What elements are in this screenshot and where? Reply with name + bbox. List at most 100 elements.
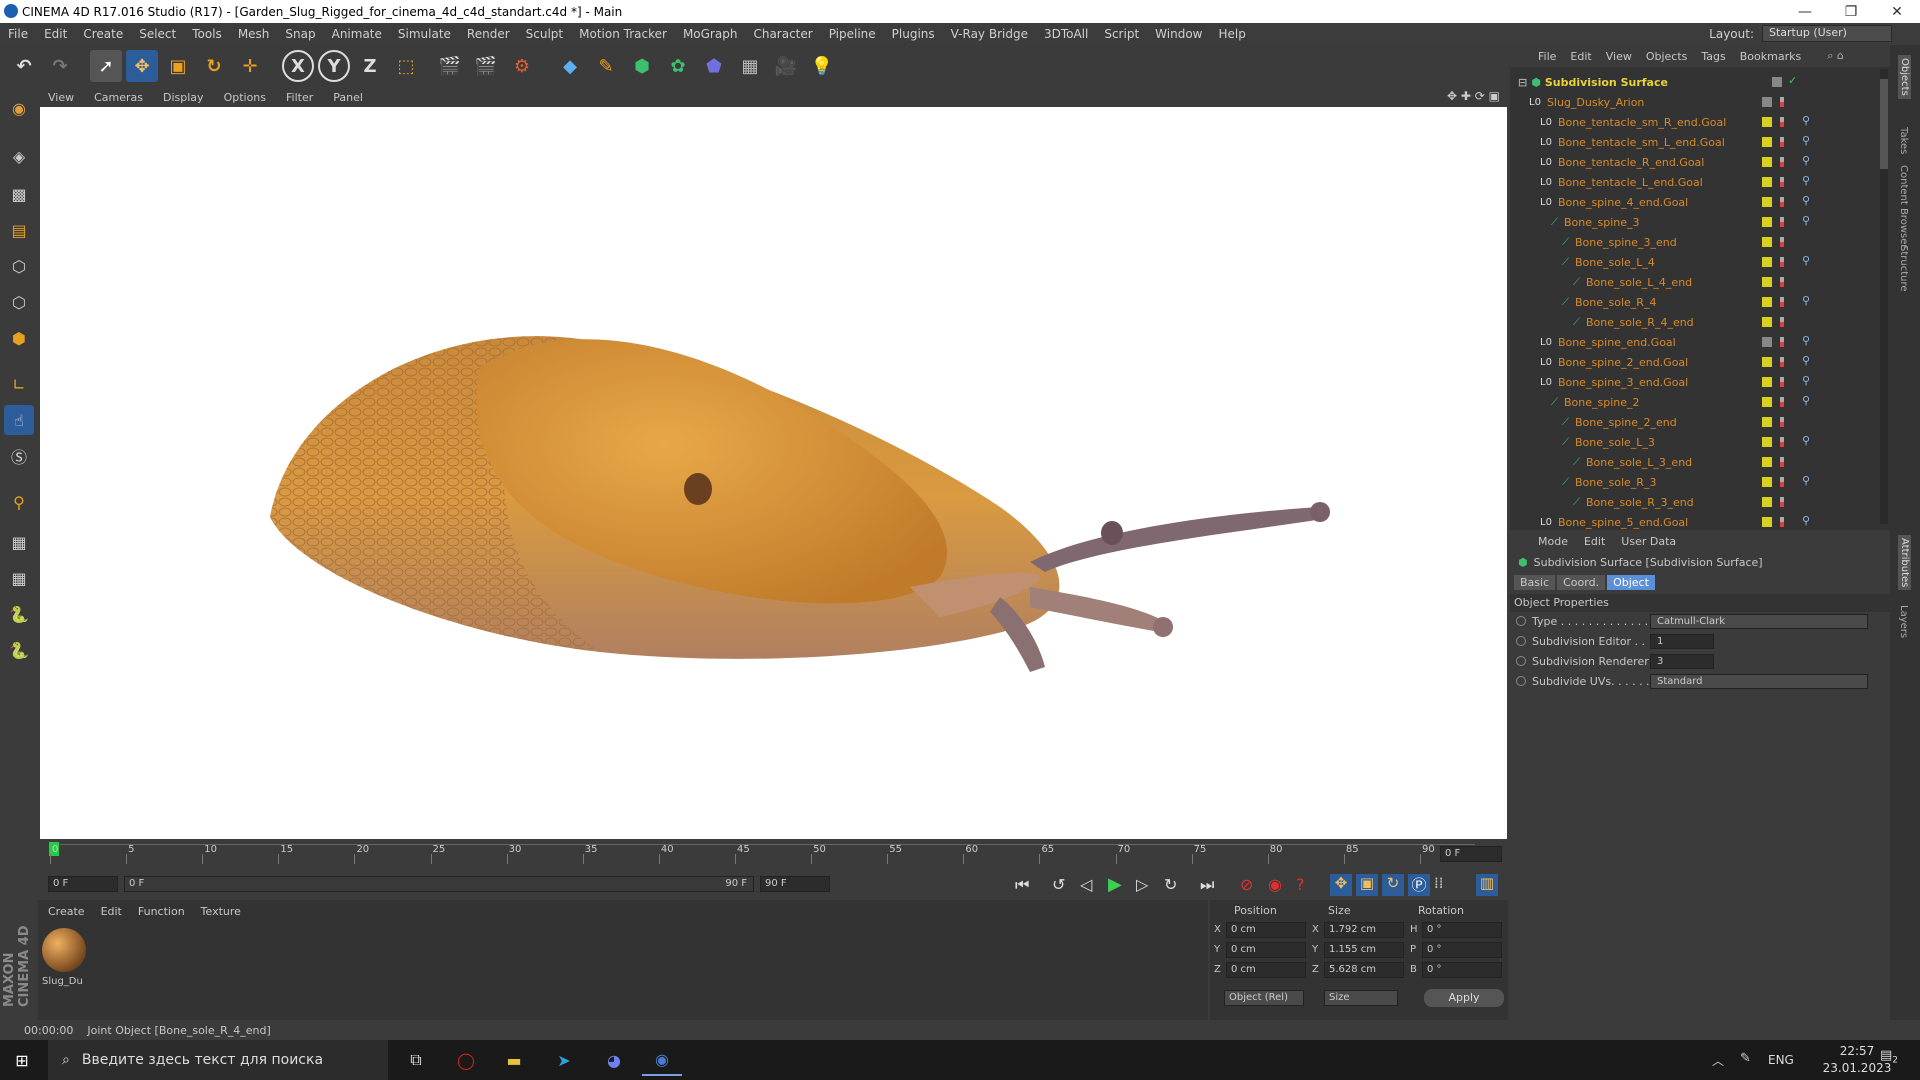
object-row[interactable]: L0 Bone_tentacle_sm_R_end.Goal ⚲ xyxy=(1510,112,1890,132)
attr-property-number[interactable]: 3 xyxy=(1650,654,1714,669)
layer-color-swatch[interactable] xyxy=(1762,477,1772,487)
ik-tag-icon[interactable]: ⚲ xyxy=(1802,474,1810,487)
layer-color-swatch[interactable] xyxy=(1762,437,1772,447)
magnet-icon[interactable]: ⚲ xyxy=(4,487,34,517)
object-row[interactable]: ⟋ Bone_sole_L_4_end xyxy=(1510,272,1890,292)
layer-color-swatch[interactable] xyxy=(1762,97,1772,107)
z-axis-lock[interactable]: Z xyxy=(354,50,386,82)
object-row[interactable]: L0 Bone_tentacle_R_end.Goal ⚲ xyxy=(1510,152,1890,172)
menu-snap[interactable]: Snap xyxy=(277,27,323,41)
prev-frame-icon[interactable]: ◁ xyxy=(1080,875,1092,894)
tray-arrow-icon[interactable]: ︿ xyxy=(1712,1052,1724,1069)
menu-mesh[interactable]: Mesh xyxy=(230,27,278,41)
workplane-icon[interactable]: ▤ xyxy=(4,215,34,245)
side-tab-objects[interactable]: Objects xyxy=(1898,55,1911,99)
select-pointer-icon[interactable]: ➚ xyxy=(90,50,122,82)
python-script-icon[interactable]: 🐍 xyxy=(4,599,34,629)
python-script-2-icon[interactable]: 🐍 xyxy=(4,635,34,665)
redo-icon[interactable]: ↷ xyxy=(44,50,76,82)
visibility-dots[interactable] xyxy=(1780,437,1784,447)
render-picture-viewer-icon[interactable]: 🎬 xyxy=(470,50,502,82)
3d-viewport[interactable] xyxy=(40,107,1507,839)
layer-color-swatch[interactable] xyxy=(1762,337,1772,347)
frame-range-slider[interactable]: 0 F 90 F xyxy=(124,876,754,892)
coordinate-system-icon[interactable]: ⬚ xyxy=(390,50,422,82)
object-row[interactable]: L0 Bone_tentacle_sm_L_end.Goal ⚲ xyxy=(1510,132,1890,152)
ik-tag-icon[interactable]: ⚲ xyxy=(1802,194,1810,207)
key-rotation-icon[interactable]: ↻ xyxy=(1382,874,1404,896)
visibility-dots[interactable] xyxy=(1780,517,1784,527)
side-tab-takes[interactable]: Takes xyxy=(1898,127,1909,154)
record-keys-icon[interactable]: ⊘ xyxy=(1240,875,1253,894)
menu-mograph[interactable]: MoGraph xyxy=(675,27,746,41)
timeline-window-icon[interactable]: ▥ xyxy=(1476,874,1498,896)
coord-mode-dropdown[interactable]: Object (Rel) xyxy=(1224,990,1304,1006)
layer-color-swatch[interactable] xyxy=(1762,357,1772,367)
taskbar-search-box[interactable]: ⌕ Введите здесь текст для поиска xyxy=(48,1040,388,1080)
menu-pipeline[interactable]: Pipeline xyxy=(821,27,884,41)
snap-icon[interactable]: Ⓢ xyxy=(4,441,34,471)
object-row[interactable]: ⟋ Bone_sole_L_3 ⚲ xyxy=(1510,432,1890,452)
obj-menu-view[interactable]: View xyxy=(1606,50,1632,63)
tab-object[interactable]: Object xyxy=(1607,574,1655,590)
obj-menu-tags[interactable]: Tags xyxy=(1701,50,1725,63)
object-row[interactable]: L0 Bone_spine_end.Goal ⚲ xyxy=(1510,332,1890,352)
edges-mode-icon[interactable]: ⬡ xyxy=(4,287,34,317)
ik-tag-icon[interactable]: ⚲ xyxy=(1802,294,1810,307)
object-row[interactable]: ⟋ Bone_sole_R_4 ⚲ xyxy=(1510,292,1890,312)
obj-menu-bookmarks[interactable]: Bookmarks xyxy=(1740,50,1801,63)
viewport-menu-filter[interactable]: Filter xyxy=(276,91,323,104)
attr-menu-mode[interactable]: Mode xyxy=(1538,535,1568,548)
file-explorer-icon[interactable]: ▬ xyxy=(494,1044,534,1076)
visibility-dots[interactable] xyxy=(1780,137,1784,147)
object-row[interactable]: L0 Bone_spine_4_end.Goal ⚲ xyxy=(1510,192,1890,212)
object-row[interactable]: ⟋ Bone_sole_R_3_end xyxy=(1510,492,1890,512)
visibility-dots[interactable] xyxy=(1780,177,1784,187)
obj-search-icon[interactable]: ⌕ ⌂ xyxy=(1827,49,1844,63)
camera-icon[interactable]: 🎥 xyxy=(770,50,802,82)
visibility-dots[interactable] xyxy=(1780,497,1784,507)
minimize-button[interactable]: — xyxy=(1782,0,1828,23)
tray-pen-icon[interactable]: ✎ xyxy=(1740,1051,1751,1066)
rotate-tool-icon[interactable]: ↻ xyxy=(198,50,230,82)
ik-tag-icon[interactable]: ⚲ xyxy=(1802,154,1810,167)
texture-mode-icon[interactable]: ▩ xyxy=(4,179,34,209)
object-row[interactable]: L0 Bone_spine_5_end.Goal ⚲ xyxy=(1510,512,1890,532)
cinema4d-taskbar-icon[interactable]: ◉ xyxy=(642,1044,682,1076)
layer-color-swatch[interactable] xyxy=(1762,137,1772,147)
viewport-nav-icons[interactable]: ✥ ✚ ⟳ ▣ xyxy=(1447,89,1500,103)
ik-tag-icon[interactable]: ⚲ xyxy=(1802,434,1810,447)
goto-end-icon[interactable]: ⏭ xyxy=(1200,875,1214,895)
visibility-dots[interactable] xyxy=(1780,377,1784,387)
play-icon[interactable]: ▶ xyxy=(1108,874,1122,895)
planar-workplane-icon[interactable]: ▦ xyxy=(4,563,34,593)
timeline-ruler[interactable]: 0 5 10 15 20 25 30 35 40 45 50 55 60 65 70 75 80 85 90 0 F xyxy=(40,840,1507,870)
attr-menu-edit[interactable]: Edit xyxy=(1584,535,1605,548)
render-settings-icon[interactable]: ⚙ xyxy=(506,50,538,82)
object-row-root[interactable]: ⊟ ⬢ Subdivision Surface ✓ xyxy=(1510,72,1890,92)
ik-tag-icon[interactable]: ⚲ xyxy=(1802,334,1810,347)
animate-radio-icon[interactable] xyxy=(1516,616,1526,626)
light-icon[interactable]: 💡 xyxy=(806,50,838,82)
visibility-dots[interactable] xyxy=(1780,457,1784,467)
undo-icon[interactable]: ↶ xyxy=(8,50,40,82)
obj-menu-edit[interactable]: Edit xyxy=(1570,50,1591,63)
goto-start-icon[interactable]: ⏮ xyxy=(1015,875,1029,895)
menu-animate[interactable]: Animate xyxy=(324,27,390,41)
autokey-icon[interactable]: ◉ xyxy=(1268,875,1282,894)
side-tab-attributes[interactable]: Attributes xyxy=(1898,535,1911,591)
coord-size-field[interactable]: 1.792 cm xyxy=(1324,922,1404,938)
menu-file[interactable]: File xyxy=(0,27,36,41)
visibility-dots[interactable] xyxy=(1780,217,1784,227)
object-row[interactable]: ⟋ Bone_spine_2 ⚲ xyxy=(1510,392,1890,412)
menu-simulate[interactable]: Simulate xyxy=(390,27,459,41)
menu-window[interactable]: Window xyxy=(1147,27,1210,41)
maximize-button[interactable]: ❐ xyxy=(1828,0,1874,23)
menu-character[interactable]: Character xyxy=(745,27,820,41)
layer-color-swatch[interactable] xyxy=(1762,237,1772,247)
menu-plugins[interactable]: Plugins xyxy=(884,27,943,41)
prev-key-icon[interactable]: ↺ xyxy=(1052,875,1065,894)
keyframe-selection-icon[interactable]: ? xyxy=(1296,875,1305,894)
opera-icon[interactable]: ◯ xyxy=(446,1044,486,1076)
object-row[interactable]: ⟋ Bone_spine_3 ⚲ xyxy=(1510,212,1890,232)
